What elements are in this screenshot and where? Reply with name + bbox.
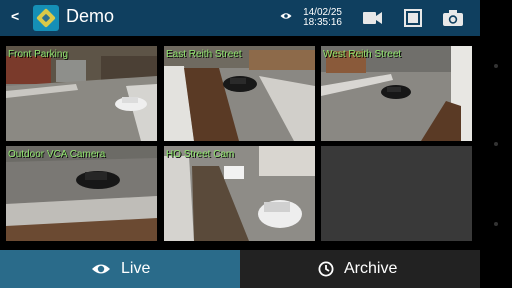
bottom-tab-bar: Live Archive xyxy=(0,250,480,288)
camera-tile-outdoor-vca-camera[interactable]: Outdoor VCA Camera xyxy=(6,146,157,241)
camera-feed-image xyxy=(321,46,472,141)
tab-live[interactable]: Live xyxy=(0,250,240,288)
camera-tile-front-parking[interactable]: Front Parking xyxy=(6,46,157,141)
tab-live-label: Live xyxy=(121,260,151,277)
camera-tile-ho-street-cam[interactable]: HO Street Cam xyxy=(164,146,315,241)
system-nav-bar xyxy=(480,0,512,288)
camera-feed-image xyxy=(6,146,157,241)
camera-grid: Front Parking East Reith Street West Rei… xyxy=(0,36,480,250)
app-logo-icon xyxy=(33,5,59,31)
snapshot-camera-icon[interactable] xyxy=(443,9,463,27)
eye-icon xyxy=(280,13,292,19)
camera-feed-image xyxy=(6,46,157,141)
camera-tile-west-reith-street[interactable]: West Reith Street xyxy=(321,46,472,141)
camera-label: Outdoor VCA Camera xyxy=(8,149,106,160)
tab-archive[interactable]: Archive xyxy=(240,250,480,288)
camera-label: HO Street Cam xyxy=(166,149,235,160)
camera-tile-east-reith-street[interactable]: East Reith Street xyxy=(164,46,315,141)
nav-dot xyxy=(494,64,498,68)
page-title: Demo xyxy=(66,6,115,26)
top-bar: < Demo 14/02/25 18:35:16 xyxy=(0,0,480,36)
time-text: 18:35:16 xyxy=(303,17,342,28)
camera-label: East Reith Street xyxy=(166,49,242,60)
camera-feed-image xyxy=(164,46,315,141)
tab-archive-label: Archive xyxy=(344,260,398,277)
nav-dot xyxy=(494,142,498,146)
camera-feed-image xyxy=(164,146,315,241)
camera-label: Front Parking xyxy=(8,49,69,60)
clock-icon xyxy=(318,261,334,277)
video-camera-icon[interactable] xyxy=(363,9,383,27)
camera-label: West Reith Street xyxy=(323,49,402,60)
camera-tile-empty[interactable] xyxy=(321,146,472,241)
back-button[interactable]: < xyxy=(11,8,19,24)
app-screen: < Demo 14/02/25 18:35:16 Front Parking E… xyxy=(0,0,480,288)
eye-icon xyxy=(92,264,110,274)
nav-dot xyxy=(494,222,498,226)
fullscreen-icon[interactable] xyxy=(404,9,422,27)
timestamp: 14/02/25 18:35:16 xyxy=(297,8,342,28)
